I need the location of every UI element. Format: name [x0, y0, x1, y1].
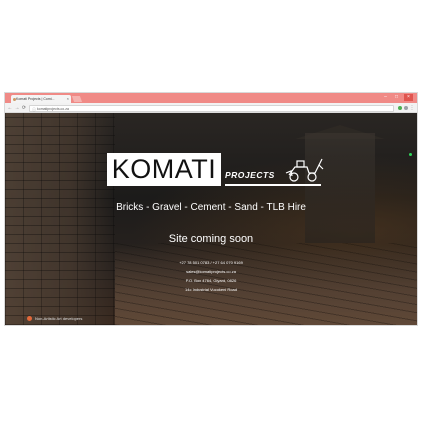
logo-sub: PROJECTS: [225, 170, 275, 180]
background-bricks: [5, 113, 115, 325]
tab-title: Komati Projects | Comi...: [16, 97, 55, 101]
background-brick-stack: [115, 243, 417, 325]
status-indicator: [409, 153, 412, 156]
tlb-loader-icon: [285, 158, 324, 182]
contact-address: 14c Industrial Vucokeni Road: [185, 287, 237, 292]
contact-email[interactable]: sales@komatiprojects.co.za: [5, 268, 417, 275]
profile-icon[interactable]: [404, 106, 408, 110]
tab-close-button[interactable]: ×: [67, 95, 69, 103]
extension-icon[interactable]: [398, 106, 402, 110]
minimize-button[interactable]: –: [381, 94, 390, 101]
contact-postal: P.O. Box 4764, Glyard, 0826: [185, 278, 237, 283]
browser-window: Komati Projects | Comi... × – □ × ← → ⟳ …: [5, 93, 417, 325]
developer-logo-icon: [27, 316, 32, 321]
maximize-button[interactable]: □: [392, 94, 401, 101]
reload-button[interactable]: ⟳: [21, 104, 27, 112]
back-button[interactable]: ←: [7, 104, 13, 112]
address-url: komatiprojects.co.za: [37, 106, 69, 111]
tab-favicon-icon: [12, 97, 16, 101]
address-bar[interactable]: ⓘ komatiprojects.co.za: [29, 104, 394, 113]
forward-button[interactable]: →: [14, 104, 20, 112]
logo-main: KOMATI: [107, 153, 221, 186]
new-tab-button[interactable]: [71, 96, 83, 102]
close-window-button[interactable]: ×: [404, 94, 413, 101]
menu-icon[interactable]: ⋮: [409, 104, 415, 112]
tab-komati-projects[interactable]: Komati Projects | Comi... ×: [11, 95, 71, 103]
footer-credit[interactable]: Non-Artistic Art developers: [27, 316, 82, 321]
page-viewport: KOMATI PROJECTS Bricks - Gravel - Cement…: [5, 113, 417, 325]
coming-soon-text: Site coming soon: [168, 233, 254, 245]
browser-toolbar: ← → ⟳ ⓘ komatiprojects.co.za ⋮: [5, 103, 417, 113]
contact-phone: +27 78 501 0783 / +27 64 070 9169: [179, 260, 243, 265]
logo-underline: [225, 184, 321, 186]
browser-titlebar: Komati Projects | Comi... × – □ ×: [5, 93, 417, 103]
tagline: Bricks - Gravel - Cement - Sand - TLB Hi…: [116, 202, 306, 213]
footer-text: Non-Artistic Art developers: [35, 316, 83, 321]
komati-logo: KOMATI PROJECTS: [107, 153, 327, 193]
info-icon[interactable]: ⓘ: [32, 106, 36, 113]
